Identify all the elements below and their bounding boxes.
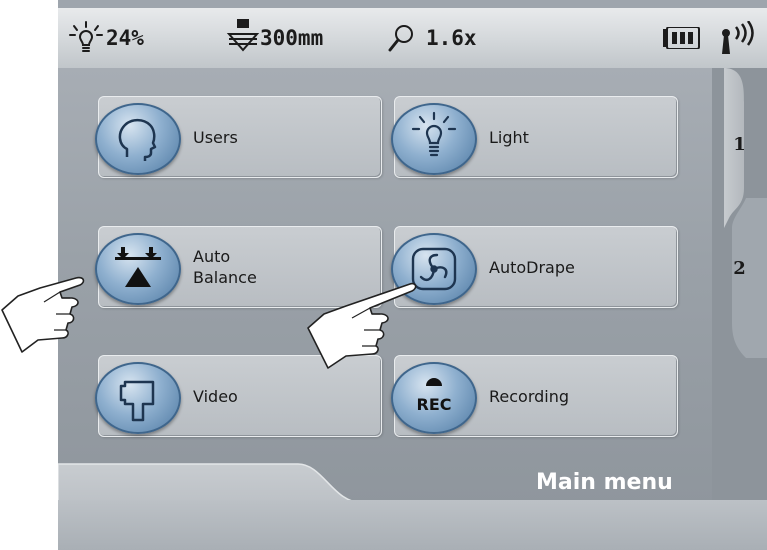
auto-balance-label: Auto Balance [193, 227, 257, 307]
light-label: Light [489, 127, 529, 147]
light-value: 24% [106, 26, 144, 50]
device-screen: 24% 300mm 1.6x Users Light Auto Balance … [58, 0, 767, 550]
auto-balance-text: Auto Balance [193, 247, 257, 287]
light-bulb-icon [391, 103, 477, 175]
users-button[interactable]: Users [95, 96, 382, 178]
pointing-hand-icon [1, 276, 85, 353]
tab-2[interactable]: 2 [712, 248, 767, 288]
zoom-indicator: 1.6x [388, 8, 477, 68]
video-camera-icon [95, 362, 181, 434]
recording-button[interactable]: REC Recording [391, 355, 678, 437]
page-title: Main menu [536, 470, 673, 495]
pointing-hand-icon [307, 282, 417, 369]
light-indicator: 24% [68, 8, 144, 68]
autodrape-button[interactable]: AutoDrape [391, 226, 678, 308]
signal-indicator [718, 8, 760, 68]
bottom-bar [58, 500, 767, 550]
magnifier-icon [388, 25, 413, 52]
video-label: Video [193, 386, 238, 406]
light-button[interactable]: Light [391, 96, 678, 178]
recording-label: Recording [489, 386, 570, 406]
battery-indicator [662, 8, 700, 68]
users-label: Users [193, 127, 238, 147]
autodrape-label: AutoDrape [489, 257, 575, 277]
wireless-signal-icon [722, 21, 754, 54]
working-distance-icon [226, 19, 260, 52]
user-head-icon [95, 103, 181, 175]
tab-1[interactable]: 1 [712, 124, 767, 164]
distance-indicator: 300mm [226, 8, 323, 68]
record-icon: REC [391, 362, 477, 434]
distance-value: 300mm [260, 26, 324, 50]
zoom-value: 1.6x [426, 26, 477, 50]
rec-icon-text: REC [417, 395, 452, 414]
battery-icon [663, 27, 700, 49]
light-bulb-icon [69, 21, 103, 52]
page-tabs: 1 2 [712, 68, 767, 502]
status-bar: 24% 300mm 1.6x [58, 8, 767, 69]
